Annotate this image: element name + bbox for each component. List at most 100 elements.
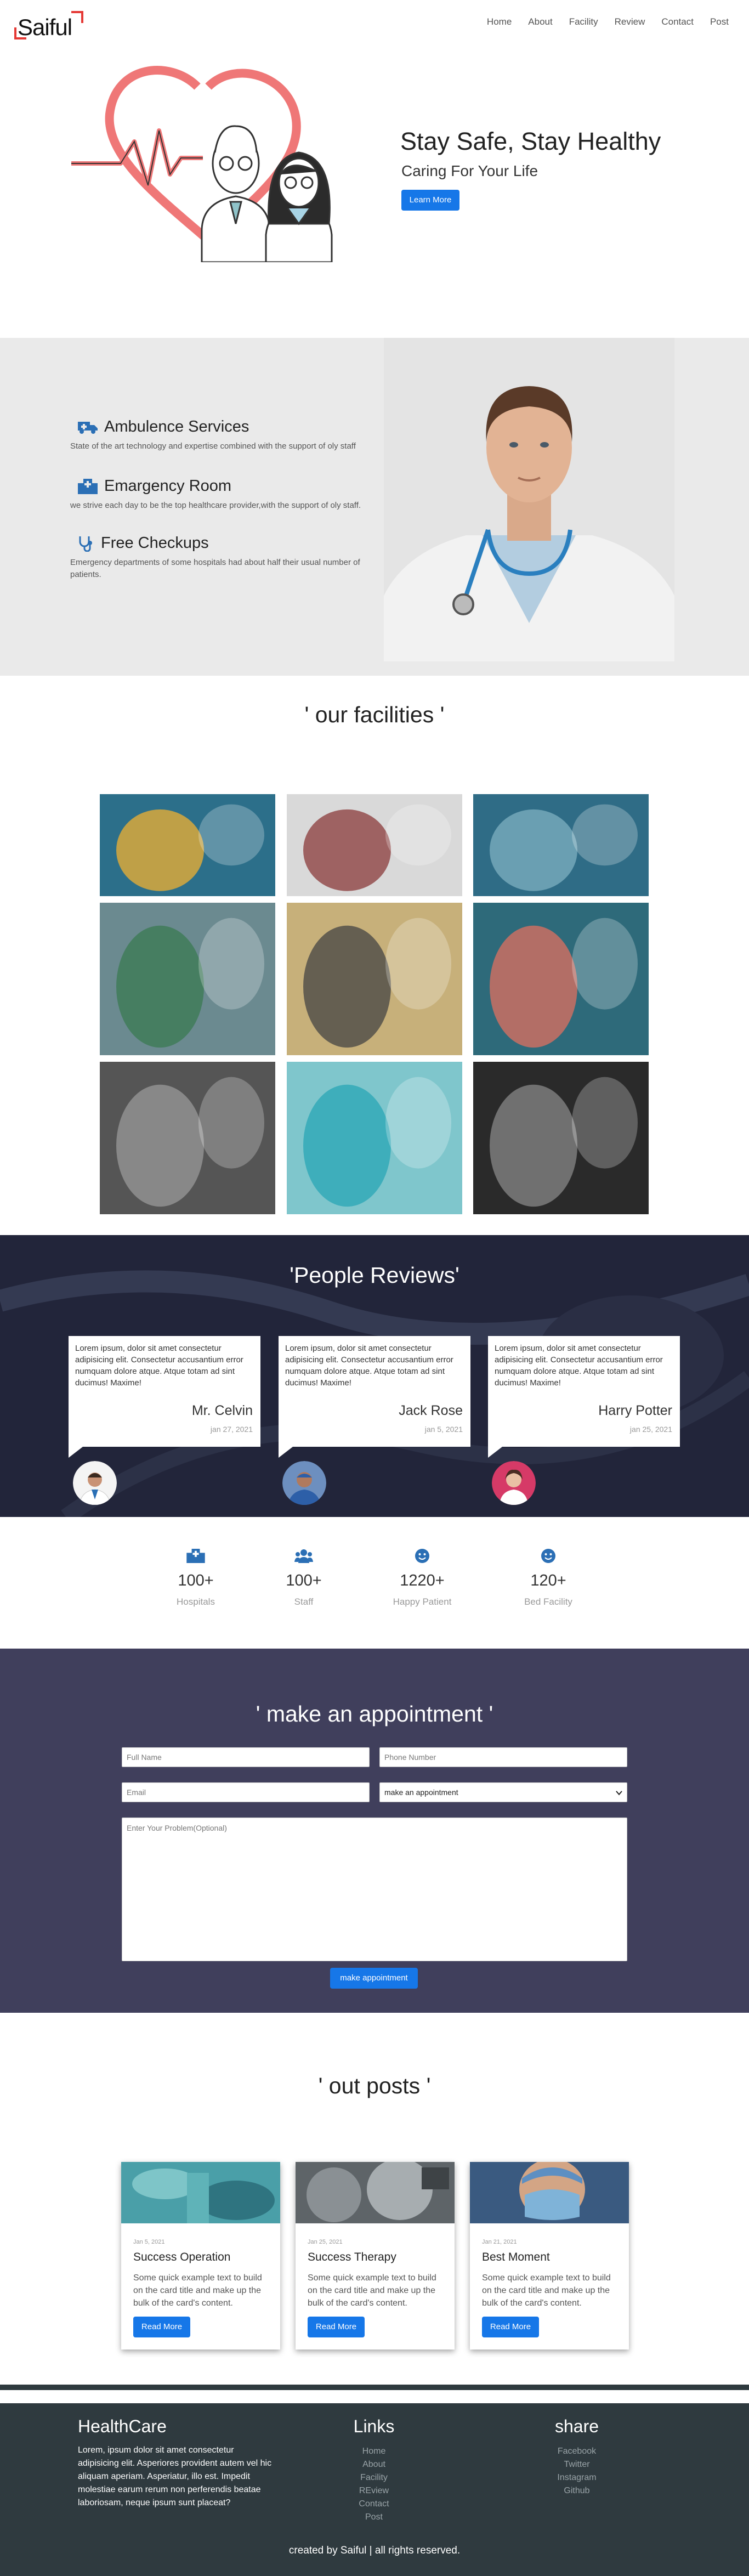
share-twitter[interactable]: Twitter — [522, 2458, 632, 2471]
post-image — [470, 2162, 629, 2223]
appointment-section: ' make an appointment ' Full Name Phone … — [0, 1649, 749, 2013]
footer: HealthCare Lorem, ipsum dolor sit amet c… — [0, 2403, 749, 2576]
review-text: Lorem ipsum, dolor sit amet consectetur … — [495, 1344, 663, 1388]
avatar — [492, 1461, 536, 1505]
stat-label: Bed Facility — [524, 1596, 572, 1607]
post-image — [296, 2162, 455, 2223]
logo-text: Saiful — [18, 14, 72, 40]
appointment-select-value: make an appointment — [384, 1788, 458, 1797]
service-title: Ambulence Services — [104, 418, 249, 435]
read-more-button[interactable]: Read More — [133, 2317, 190, 2337]
footer-divider — [0, 2385, 749, 2390]
facility-photo — [287, 903, 462, 1055]
post-title: Success Operation — [133, 2251, 231, 2263]
stat-label: Staff — [294, 1596, 314, 1607]
hero-subtitle: Caring For Your Life — [401, 162, 538, 179]
review-date: jan 5, 2021 — [424, 1425, 463, 1434]
share-facebook[interactable]: Facebook — [522, 2445, 632, 2458]
share-github[interactable]: Github — [522, 2484, 632, 2498]
users-icon — [294, 1549, 313, 1563]
post-desc: Some quick example text to build on the … — [308, 2273, 436, 2308]
review-date: jan 25, 2021 — [629, 1425, 672, 1434]
facilities-title: ' our facilities ' — [304, 702, 445, 727]
nav-link-post[interactable]: Post — [702, 16, 737, 27]
email-input[interactable]: Email — [122, 1782, 370, 1802]
footer-link-review[interactable]: REview — [319, 2484, 429, 2498]
stat-label: Happy Patient — [393, 1596, 452, 1607]
doctors-heart-illustration — [71, 66, 333, 262]
footer-brand: HealthCare — [78, 2416, 167, 2436]
facility-photo — [100, 794, 275, 896]
post-desc: Some quick example text to build on the … — [133, 2273, 262, 2308]
reviewer-name: Jack Rose — [399, 1403, 463, 1418]
stat-item: 100+ Hospitals — [141, 1547, 251, 1607]
learn-more-button[interactable]: Learn More — [401, 190, 459, 211]
footer-link-contact[interactable]: Contact — [319, 2498, 429, 2511]
service-desc: State of the art technology and expertis… — [70, 441, 356, 451]
read-more-button[interactable]: Read More — [482, 2317, 539, 2337]
footer-about: Lorem, ipsum dolor sit amet consectetur … — [78, 2445, 272, 2507]
review-card: Lorem ipsum, dolor sit amet consectetur … — [488, 1336, 680, 1458]
post-image — [121, 2162, 280, 2223]
post-card: Jan 5, 2021 Success Operation Some quick… — [121, 2162, 280, 2349]
stat-number: 1220+ — [400, 1572, 445, 1589]
review-card: Lorem ipsum, dolor sit amet consectetur … — [279, 1336, 470, 1458]
service-item: Emargency Room we strive each day to be … — [70, 477, 377, 512]
logo[interactable]: Saiful — [14, 11, 86, 45]
facility-photo — [100, 1062, 275, 1214]
reviews-title: 'People Reviews' — [290, 1262, 459, 1288]
footer-share: Facebook Twitter Instagram Github — [522, 2445, 632, 2498]
reviewer-name: Mr. Celvin — [191, 1403, 253, 1418]
footer-links-title: Links — [353, 2416, 395, 2436]
avatar — [282, 1461, 326, 1505]
post-date: Jan 25, 2021 — [308, 2239, 343, 2245]
stat-label: Hospitals — [177, 1596, 215, 1607]
nav-link-review[interactable]: Review — [606, 16, 654, 27]
copyright: created by Saiful | all rights reserved. — [288, 2545, 461, 2556]
nav-link-facility[interactable]: Facility — [561, 16, 606, 27]
reviewer-name: Harry Potter — [598, 1403, 672, 1418]
hospital-icon — [78, 478, 98, 494]
phone-input[interactable]: Phone Number — [379, 1747, 627, 1767]
footer-link-post[interactable]: Post — [319, 2511, 429, 2524]
service-desc: we strive each day to be the top healthc… — [70, 501, 361, 510]
doctor-photo — [384, 338, 674, 661]
stat-item: 100+ Staff — [249, 1547, 359, 1607]
stat-number: 100+ — [178, 1572, 214, 1589]
smile-icon — [415, 1549, 429, 1563]
facility-photo — [473, 903, 649, 1055]
stat-number: 120+ — [530, 1572, 566, 1589]
chevron-down-icon — [616, 1791, 622, 1796]
navbar: Saiful Home About Facility Review Contac… — [0, 0, 749, 46]
post-date: Jan 21, 2021 — [482, 2239, 517, 2245]
nav-link-about[interactable]: About — [520, 16, 560, 27]
stat-item: 120+ Bed Facility — [493, 1547, 603, 1607]
review-date: jan 27, 2021 — [210, 1425, 253, 1434]
footer-link-home[interactable]: Home — [319, 2445, 429, 2458]
posts-title: ' out posts ' — [318, 2073, 431, 2098]
problem-textarea[interactable]: Enter Your Problem(Optional) — [122, 1818, 627, 1961]
stat-item: 1220+ Happy Patient — [367, 1547, 477, 1607]
footer-links: Home About Facility REview Contact Post — [319, 2445, 429, 2524]
facility-photo — [100, 903, 275, 1055]
footer-link-facility[interactable]: Facility — [319, 2471, 429, 2484]
review-text: Lorem ipsum, dolor sit amet consectetur … — [75, 1344, 243, 1388]
service-desc: Emergency departments of some hospitals … — [70, 558, 360, 579]
full-name-input[interactable]: Full Name — [122, 1747, 370, 1767]
appointment-title: ' make an appointment ' — [256, 1701, 493, 1726]
nav-link-home[interactable]: Home — [479, 16, 520, 27]
review-text: Lorem ipsum, dolor sit amet consectetur … — [285, 1344, 453, 1388]
smile-icon — [541, 1549, 555, 1563]
nav-link-contact[interactable]: Contact — [653, 16, 702, 27]
read-more-button[interactable]: Read More — [308, 2317, 365, 2337]
share-instagram[interactable]: Instagram — [522, 2471, 632, 2484]
post-title: Success Therapy — [308, 2251, 396, 2263]
nav-links: Home About Facility Review Contact Post — [479, 16, 737, 27]
post-date: Jan 5, 2021 — [133, 2239, 165, 2245]
appointment-select[interactable]: make an appointment — [379, 1782, 627, 1802]
service-title: Emargency Room — [104, 477, 232, 495]
hospital-icon — [186, 1549, 205, 1563]
hero-title: Stay Safe, Stay Healthy — [400, 127, 661, 155]
make-appointment-button[interactable]: make appointment — [330, 1968, 418, 1989]
footer-link-about[interactable]: About — [319, 2458, 429, 2471]
